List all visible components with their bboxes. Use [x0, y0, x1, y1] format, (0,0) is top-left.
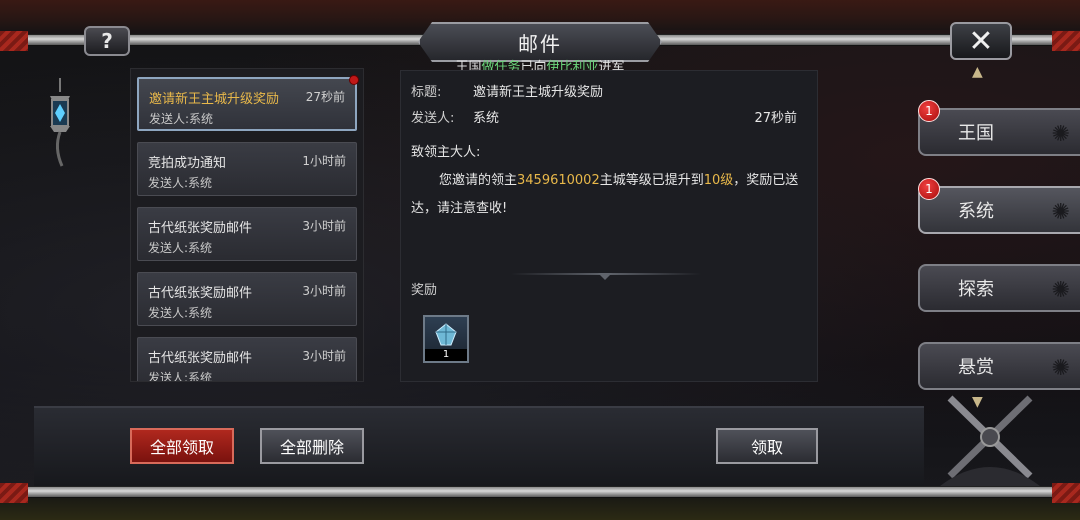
claim-all-button[interactable]: 全部领取	[130, 428, 234, 464]
mail-time: 3小时前	[302, 284, 346, 298]
mail-time: 27秒前	[305, 90, 345, 104]
mail-list-item[interactable]: 古代纸张奖励邮件 3小时前 发送人:系统	[137, 272, 357, 326]
tab-label: 探索	[958, 279, 994, 300]
ornament-icon: ✺	[1051, 278, 1070, 303]
mail-detail-panel: 标题: 邀请新王主城升级奖励 发送人: 系统 27秒前 致领主大人: 您邀请的领…	[400, 70, 818, 382]
mail-subject: 古代纸张奖励邮件	[148, 351, 253, 366]
mail-list-item[interactable]: 古代纸张奖励邮件 3小时前 发送人:系统	[137, 337, 357, 382]
mail-body: 致领主大人: 您邀请的领主3459610002主城等级已提升到10级，奖励已送达…	[411, 139, 801, 223]
mail-time: 1小时前	[302, 154, 346, 168]
reward-quantity: 1	[425, 349, 467, 361]
claim-button[interactable]: 领取	[716, 428, 818, 464]
button-label: 领取	[750, 438, 783, 457]
reward-item[interactable]: 1	[423, 315, 469, 363]
mail-time: 3小时前	[302, 349, 346, 363]
tab-label: 悬赏	[958, 357, 994, 378]
mail-subject: 竞拍成功通知	[148, 156, 227, 171]
bottom-scene-strip	[0, 498, 1080, 520]
button-label: 全部删除	[279, 438, 344, 457]
level-value: 10级	[703, 173, 734, 188]
help-button[interactable]: ?	[84, 26, 130, 56]
ornament-icon: ✺	[1051, 200, 1070, 225]
mail-list[interactable]: 邀请新王主城升级奖励 27秒前 发送人:系统 竞拍成功通知 1小时前 发送人:系…	[130, 68, 364, 382]
button-label: 全部领取	[149, 438, 214, 457]
body-text: 您邀请的领主	[439, 173, 518, 188]
ornament-icon: ✺	[1051, 122, 1070, 147]
crossed-swords-icon	[940, 395, 1040, 486]
mail-list-item[interactable]: 古代纸张奖励邮件 3小时前 发送人:系统	[137, 207, 357, 261]
unread-indicator	[349, 75, 359, 85]
mail-sender: 发送人:系统	[149, 112, 214, 126]
close-button[interactable]: ✕	[950, 22, 1012, 60]
page-title: 邮件	[518, 31, 562, 56]
sender-value: 系统	[473, 111, 500, 126]
tab-scroll-up-icon[interactable]: ▲	[972, 64, 983, 80]
notification-badge: 1	[918, 178, 940, 200]
title-label: 标题:	[411, 85, 442, 100]
mail-subject: 古代纸张奖励邮件	[148, 286, 253, 301]
tab-label: 系统	[958, 201, 994, 222]
mail-subject: 邀请新王主城升级奖励	[149, 92, 280, 107]
mail-subject: 古代纸张奖励邮件	[148, 221, 253, 236]
lantern-icon	[50, 78, 70, 167]
gem-icon	[435, 323, 457, 346]
mail-sender: 发送人:系统	[148, 306, 213, 320]
body-text: 主城等级已提升到	[599, 173, 704, 188]
reward-label: 奖励	[411, 283, 438, 298]
mail-list-item[interactable]: 邀请新王主城升级奖励 27秒前 发送人:系统	[137, 75, 359, 131]
mail-sender: 发送人:系统	[148, 371, 213, 382]
tab-kingdom[interactable]: 1 王国 ✺	[918, 100, 1080, 156]
tab-bounty[interactable]: 悬赏 ✺	[918, 342, 1080, 390]
tab-explore[interactable]: 探索 ✺	[918, 264, 1080, 312]
mail-sender: 发送人:系统	[148, 241, 213, 255]
mail-timestamp: 27秒前	[754, 111, 797, 126]
divider-arrow	[598, 273, 612, 280]
notification-badge: 1	[918, 100, 940, 122]
tab-system[interactable]: 1 系统 ✺	[918, 178, 1080, 234]
question-icon: ?	[101, 29, 113, 53]
mail-message: 您邀请的领主3459610002主城等级已提升到10级，奖励已送达，请注意查收!	[411, 167, 801, 223]
mail-greeting: 致领主大人:	[411, 145, 481, 160]
player-id: 3459610002	[517, 173, 600, 188]
close-icon: ✕	[968, 23, 994, 59]
mail-time: 3小时前	[302, 219, 346, 233]
mail-sender: 发送人:系统	[148, 176, 213, 190]
delete-all-button[interactable]: 全部删除	[260, 428, 364, 464]
bottom-frame-bar	[0, 483, 1080, 503]
tab-label: 王国	[958, 123, 994, 144]
sender-label: 发送人:	[411, 111, 455, 126]
mail-title-value: 邀请新王主城升级奖励	[473, 85, 604, 100]
ornament-icon: ✺	[1051, 356, 1070, 381]
mail-list-item[interactable]: 竞拍成功通知 1小时前 发送人:系统	[137, 142, 357, 196]
